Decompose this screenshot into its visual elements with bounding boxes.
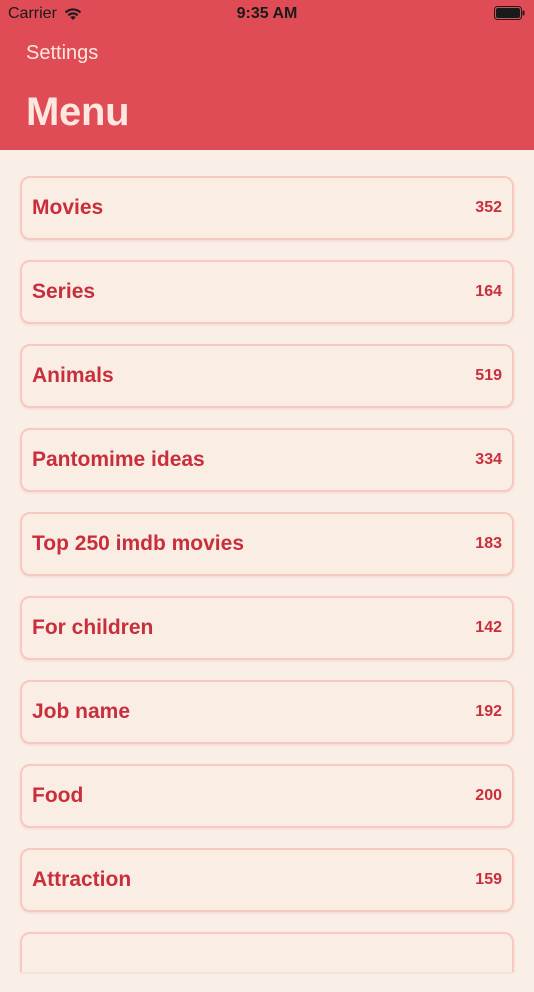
menu-item-movies[interactable]: Movies 352 bbox=[20, 176, 514, 240]
menu-item-count: 519 bbox=[475, 367, 502, 384]
menu-item-partial[interactable] bbox=[20, 932, 514, 972]
nav-header: Carrier 9:35 AM Settings Menu bbox=[0, 0, 534, 150]
menu-item-label: Pantomime ideas bbox=[32, 448, 205, 471]
menu-item-series[interactable]: Series 164 bbox=[20, 260, 514, 324]
status-time: 9:35 AM bbox=[236, 5, 298, 22]
menu-item-attraction[interactable]: Attraction 159 bbox=[20, 848, 514, 912]
menu-item-label: Movies bbox=[32, 196, 104, 219]
menu-item-count: 142 bbox=[475, 619, 502, 636]
menu-item-count: 164 bbox=[475, 283, 502, 300]
page-title: Menu bbox=[26, 90, 130, 134]
menu-item-label: Series bbox=[32, 280, 96, 303]
menu-item-count: 352 bbox=[475, 199, 502, 216]
menu-item-count: 159 bbox=[475, 871, 502, 888]
menu-item-job-name[interactable]: Job name 192 bbox=[20, 680, 514, 744]
menu-item-animals[interactable]: Animals 519 bbox=[20, 344, 514, 408]
menu-item-top-250-imdb-movies[interactable]: Top 250 imdb movies 183 bbox=[20, 512, 514, 576]
menu-item-count: 200 bbox=[475, 787, 502, 804]
menu-item-label: Food bbox=[32, 784, 84, 807]
menu-item-label: Animals bbox=[32, 364, 114, 387]
menu-item-label: For children bbox=[32, 616, 154, 639]
menu-item-food[interactable]: Food 200 bbox=[20, 764, 514, 828]
menu-item-count: 334 bbox=[475, 451, 502, 468]
battery-icon bbox=[494, 6, 525, 20]
menu-item-label: Attraction bbox=[32, 868, 132, 891]
status-bar: Carrier 9:35 AM bbox=[0, 0, 534, 28]
menu-item-pantomime-ideas[interactable]: Pantomime ideas 334 bbox=[20, 428, 514, 492]
menu-list: Movies 352 Series 164 Animals 519 Pantom… bbox=[20, 176, 514, 992]
menu-item-for-children[interactable]: For children 142 bbox=[20, 596, 514, 660]
menu-item-label: Top 250 imdb movies bbox=[32, 532, 244, 555]
settings-back-button[interactable]: Settings bbox=[26, 42, 98, 65]
menu-item-count: 192 bbox=[475, 703, 502, 720]
menu-item-label: Job name bbox=[32, 700, 131, 723]
menu-item-count: 183 bbox=[475, 535, 502, 552]
